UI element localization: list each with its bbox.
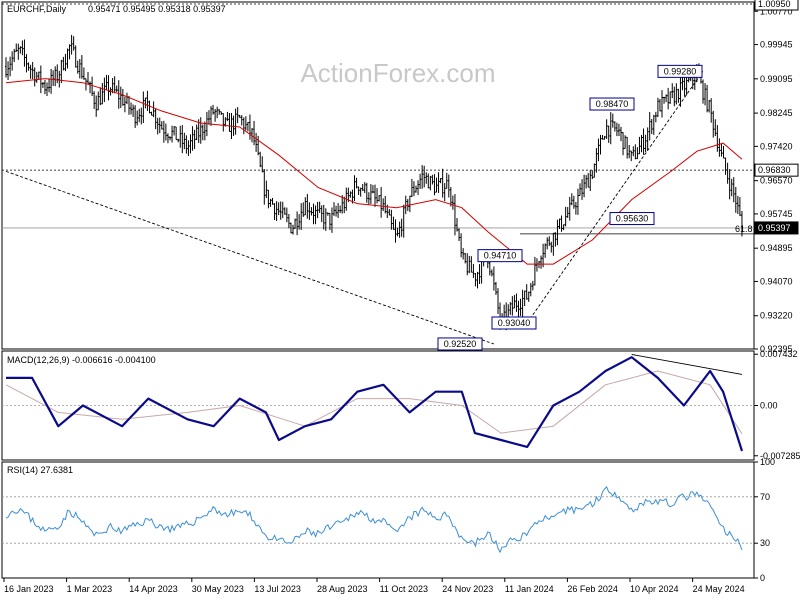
price-tick-label: 0.99095 [760, 74, 793, 84]
price-tick-label: 0.93220 [760, 311, 793, 321]
price-reference-lines: 61.8 [2, 3, 754, 235]
macd-line [6, 356, 744, 452]
price-tick-label: 0.96570 [760, 176, 793, 186]
macd-axis: 0.0074320.00-0.007285 [754, 349, 800, 461]
macd-tick-label: 0.00 [760, 401, 778, 411]
time-tick-label: 14 Apr 2023 [129, 584, 178, 594]
price-tick-label: 0.94070 [760, 276, 793, 286]
chart-canvas: ActionForex.com EURCHF,Daily 0.95471 0.9… [1, 0, 800, 594]
rsi-tick-label: 70 [760, 492, 770, 502]
watermark: ActionForex.com [300, 58, 495, 88]
price-annotation-label: 0.95630 [616, 214, 649, 224]
time-tick-label: 24 May 2024 [693, 584, 745, 594]
time-axis: 16 Jan 2023 1 Mar 2023 14 Apr 2023 30 May 2… [3, 578, 745, 594]
price-panel-frame [1, 1, 755, 350]
rsi-tick-label: 30 [760, 538, 770, 548]
price-annotation-label: 0.94710 [484, 251, 517, 261]
time-tick-label: 24 Nov 2023 [442, 584, 493, 594]
time-tick-label: 13 Jul 2023 [254, 584, 301, 594]
time-tick-label: 28 Aug 2023 [317, 584, 368, 594]
price-tick-label: 0.95745 [760, 209, 793, 219]
price-axis: 1.009501.007700.999450.990950.982450.974… [754, 0, 799, 354]
symbol-title: EURCHF,Daily [7, 4, 67, 14]
header-label: EURCHF,Daily 0.95471 0.95495 0.95318 0.9… [7, 4, 226, 14]
fib-level-label: 61.8 [735, 224, 753, 234]
macd-tick-label: 0.007432 [760, 349, 798, 359]
rsi-tick-label: 100 [760, 457, 775, 467]
price-tick-label: 0.99945 [760, 40, 793, 50]
top-level-label: 1.00950 [758, 0, 791, 9]
current-price-label: 0.95397 [758, 223, 791, 233]
chart-window: ActionForex.com EURCHF,Daily 0.95471 0.9… [0, 0, 800, 600]
price-annotation-label: 0.99280 [664, 66, 697, 76]
price-tick-label: 0.98245 [760, 108, 793, 118]
time-tick-label: 11 Oct 2023 [380, 584, 428, 594]
time-tick-label: 16 Jan 2023 [4, 584, 54, 594]
rsi-tick-label: 0 [760, 573, 765, 583]
trendlines [5, 71, 704, 345]
price-tick-label: 0.94895 [760, 243, 793, 253]
rsi-axis: 100 70 30 0 [754, 457, 775, 583]
ohlc-values: 0.95471 0.95495 0.95318 0.95397 [88, 4, 226, 14]
descending-trendline [5, 170, 494, 345]
price-annotation-label: 0.92520 [444, 339, 477, 349]
time-tick-label: 10 Apr 2024 [630, 584, 679, 594]
macd-lines [5, 354, 744, 452]
price-annotation-label: 0.98470 [596, 99, 629, 109]
time-tick-label: 1 Mar 2023 [67, 584, 113, 594]
resistance-label: 0.96830 [758, 165, 791, 175]
time-tick-label: 26 Feb 2024 [567, 584, 618, 594]
price-annotation-label: 0.93040 [498, 318, 531, 328]
time-tick-label: 11 Jan 2024 [505, 584, 554, 594]
rsi-title: RSI(14) 27.6381 [7, 465, 73, 475]
price-tick-label: 0.97420 [760, 141, 793, 151]
time-tick-label: 30 May 2023 [192, 584, 244, 594]
macd-title: MACD(12,26,9) -0.006616 -0.004100 [7, 355, 156, 365]
